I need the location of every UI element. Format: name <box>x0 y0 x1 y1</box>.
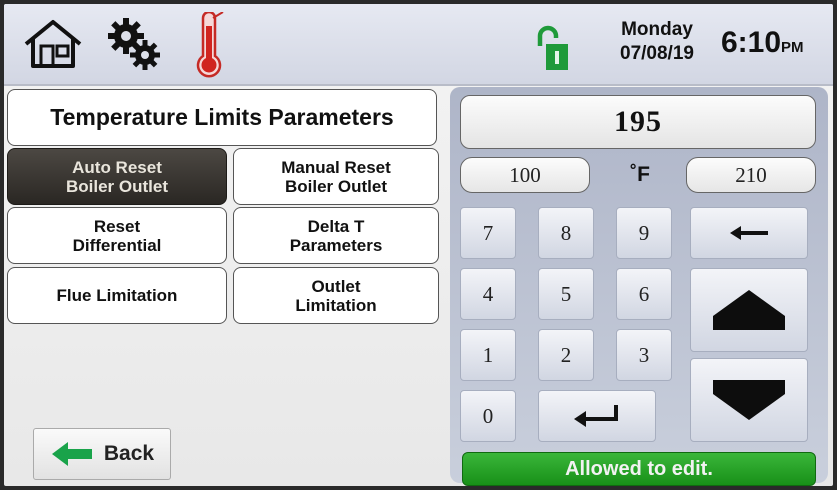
value-display: 195 <box>460 95 816 149</box>
reset-differential-button[interactable]: Reset Differential <box>7 207 227 264</box>
keypad-panel: 195 100 ˚F 210 7 8 9 4 5 6 1 2 3 0 Allow… <box>450 87 828 486</box>
manual-reset-label-line2: Boiler Outlet <box>284 176 387 196</box>
reset-differential-label-line1: Reset <box>93 216 141 236</box>
key-5[interactable]: 5 <box>538 268 594 320</box>
home-icon[interactable] <box>22 18 84 70</box>
max-value-field: 210 <box>686 157 816 193</box>
device-screen: Monday 07/08/19 6:10PM Temperature Limit… <box>4 4 833 486</box>
key-3[interactable]: 3 <box>616 329 672 381</box>
min-value-field: 100 <box>460 157 590 193</box>
delta-t-label-line2: Parameters <box>289 235 383 255</box>
delta-t-label-line1: Delta T <box>307 216 365 236</box>
enter-key[interactable] <box>538 390 656 442</box>
day-label: Monday <box>621 19 693 40</box>
clock: 6:10PM <box>721 26 804 60</box>
lock-open-icon[interactable] <box>534 24 570 72</box>
increment-up-key[interactable] <box>690 268 808 352</box>
back-label: Back <box>103 442 155 465</box>
page-title: Temperature Limits Parameters <box>7 89 437 146</box>
outlet-limitation-button[interactable]: Outlet Limitation <box>233 267 439 324</box>
enter-icon <box>574 405 618 427</box>
key-9[interactable]: 9 <box>616 207 672 259</box>
unit-label: ˚F <box>630 163 650 186</box>
thermometer-icon[interactable] <box>189 12 229 80</box>
key-1[interactable]: 1 <box>460 329 516 381</box>
key-2[interactable]: 2 <box>538 329 594 381</box>
outlet-limitation-label-line2: Limitation <box>295 295 377 315</box>
manual-reset-label-line1: Manual Reset <box>281 157 391 177</box>
key-7[interactable]: 7 <box>460 207 516 259</box>
decrement-down-key[interactable] <box>690 358 808 442</box>
outlet-limitation-label-line1: Outlet <box>311 276 361 296</box>
auto-reset-boiler-outlet-button[interactable]: Auto Reset Boiler Outlet <box>7 148 227 205</box>
key-4[interactable]: 4 <box>460 268 516 320</box>
down-arrow-icon <box>713 380 785 420</box>
delta-t-parameters-button[interactable]: Delta T Parameters <box>233 207 439 264</box>
reset-differential-label-line2: Differential <box>72 235 162 255</box>
back-button[interactable]: Back <box>33 428 171 480</box>
flue-limitation-label: Flue Limitation <box>56 286 178 305</box>
key-6[interactable]: 6 <box>616 268 672 320</box>
header-bar: Monday 07/08/19 6:10PM <box>4 4 833 86</box>
date-label: 07/08/19 <box>620 43 694 64</box>
date-display: Monday 07/08/19 <box>602 18 712 66</box>
status-bar: Allowed to edit. <box>462 452 816 486</box>
backspace-key[interactable] <box>690 207 808 259</box>
auto-reset-label-line1: Auto Reset <box>72 157 162 177</box>
up-arrow-icon <box>713 290 785 330</box>
manual-reset-boiler-outlet-button[interactable]: Manual Reset Boiler Outlet <box>233 148 439 205</box>
gear-icon[interactable] <box>104 14 164 74</box>
ampm-label: PM <box>781 39 804 56</box>
backspace-arrow-icon <box>730 226 768 240</box>
flue-limitation-button[interactable]: Flue Limitation <box>7 267 227 324</box>
auto-reset-label-line2: Boiler Outlet <box>65 176 168 196</box>
key-8[interactable]: 8 <box>538 207 594 259</box>
time-label: 6:10 <box>721 26 782 59</box>
back-arrow-icon <box>51 442 92 466</box>
key-0[interactable]: 0 <box>460 390 516 442</box>
